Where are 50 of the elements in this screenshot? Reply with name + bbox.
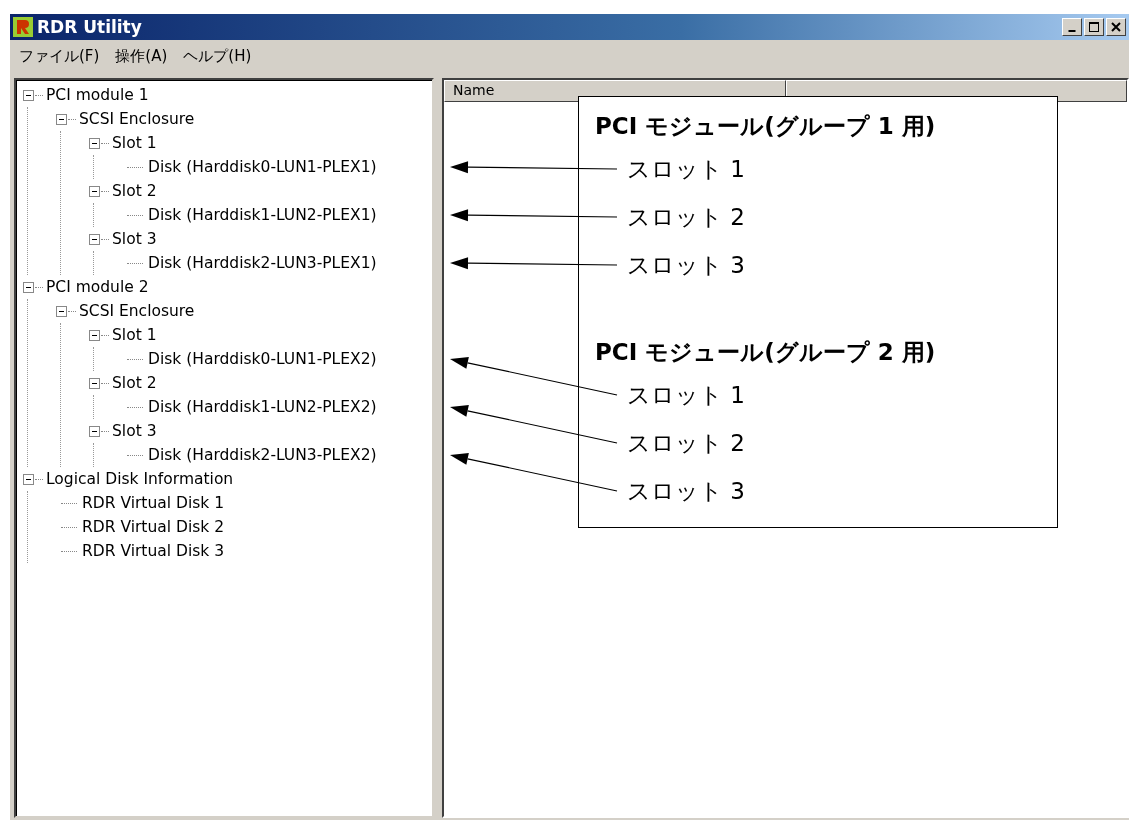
callout-heading: PCI モジュール(グループ 2 用) [595,338,937,367]
maximize-icon [1088,21,1100,33]
tree-item[interactable]: Slot 2 [111,182,158,200]
menu-item[interactable]: ヘルプ(H) [178,44,257,68]
tree-item[interactable]: Slot 1 [111,326,158,344]
callout-label: スロット 2 [627,429,745,457]
tree-item[interactable]: RDR Virtual Disk 3 [81,542,226,560]
tree-item[interactable]: PCI module 2 [45,278,150,296]
menu-item[interactable]: 操作(A) [110,44,173,68]
collapse-toggle-icon[interactable] [23,281,34,293]
callout-label: スロット 1 [627,155,745,183]
tree-item[interactable]: Disk (Harddisk2-LUN3-PLEX2) [147,446,378,464]
tree-item[interactable]: Disk (Harddisk2-LUN3-PLEX1) [147,254,378,272]
tree-item[interactable]: Disk (Harddisk1-LUN2-PLEX2) [147,398,378,416]
collapse-toggle-icon[interactable] [89,137,100,149]
tree-item[interactable]: Slot 3 [111,422,158,440]
minimize-icon [1068,30,1076,32]
callout-label: スロット 3 [627,477,745,505]
callout-heading: PCI モジュール(グループ 1 用) [595,112,937,141]
tree-item[interactable]: PCI module 1 [45,86,150,104]
collapse-toggle-icon[interactable] [89,233,100,245]
tree-item[interactable]: Logical Disk Information [45,470,235,488]
collapse-toggle-icon[interactable] [89,185,100,197]
collapse-toggle-icon[interactable] [23,89,34,101]
collapse-toggle-icon[interactable] [23,473,34,485]
tree-item[interactable]: RDR Virtual Disk 2 [81,518,226,536]
tree-item[interactable]: Slot 1 [111,134,158,152]
collapse-toggle-icon[interactable] [89,425,100,437]
close-icon [1110,21,1122,33]
collapse-toggle-icon[interactable] [56,305,67,317]
collapse-toggle-icon[interactable] [89,377,100,389]
tree-item[interactable]: Disk (Harddisk0-LUN1-PLEX1) [147,158,378,176]
app-logo-icon [13,17,33,37]
menu-item[interactable]: ファイル(F) [14,44,105,68]
collapse-toggle-icon[interactable] [89,329,100,341]
maximize-button[interactable] [1084,18,1104,36]
tree-item[interactable]: SCSI Enclosure [78,302,196,320]
tree-item[interactable]: Disk (Harddisk0-LUN1-PLEX2) [147,350,378,368]
callout-label: スロット 2 [627,203,745,231]
callout-label: スロット 1 [627,381,745,409]
tree-item[interactable]: RDR Virtual Disk 1 [81,494,226,512]
callout-label: スロット 3 [627,251,745,279]
window-title: RDR Utility [37,17,143,37]
tree-item[interactable]: Slot 3 [111,230,158,248]
tree-item[interactable]: Slot 2 [111,374,158,392]
close-button[interactable] [1106,18,1126,36]
collapse-toggle-icon[interactable] [56,113,67,125]
tree-item[interactable]: SCSI Enclosure [78,110,196,128]
minimize-button[interactable] [1062,18,1082,36]
tree-item[interactable]: Disk (Harddisk1-LUN2-PLEX1) [147,206,378,224]
